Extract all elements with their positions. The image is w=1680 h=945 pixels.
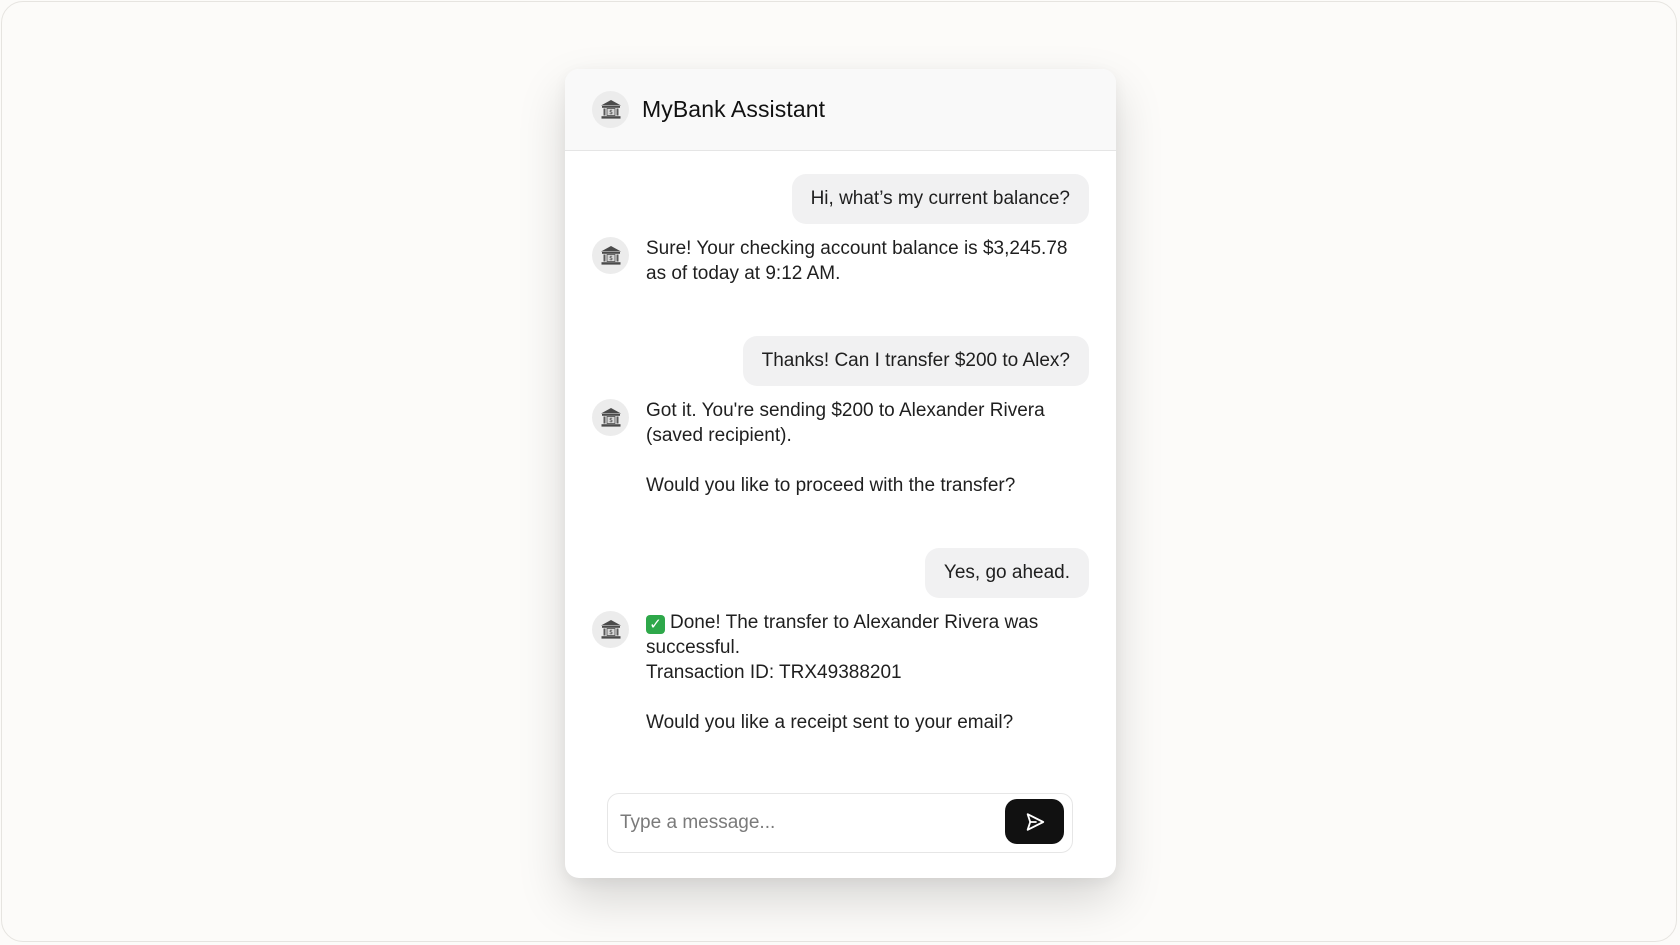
- assistant-avatar: $: [592, 399, 629, 436]
- svg-text:$: $: [609, 109, 613, 116]
- svg-text:$: $: [609, 417, 613, 424]
- svg-text:$: $: [609, 255, 613, 262]
- chat-window: $ MyBank Assistant Hi, what’s my current…: [565, 69, 1116, 878]
- assistant-message: $ Sure! Your checking account balance is…: [592, 236, 1076, 286]
- user-message: Hi, what’s my current balance?: [791, 174, 1089, 224]
- message-paragraph: Sure! Your checking account balance is $…: [646, 238, 1068, 284]
- chat-header: $ MyBank Assistant: [565, 69, 1116, 151]
- message-composer: [607, 793, 1073, 853]
- message-paragraph: Would you like to proceed with the trans…: [646, 475, 1016, 496]
- message-paragraph: ✓ Done! The transfer to Alexander Rivera …: [646, 610, 1076, 660]
- assistant-avatar: $: [592, 611, 629, 648]
- bank-icon: $: [600, 245, 621, 265]
- send-button[interactable]: [1005, 799, 1064, 844]
- svg-text:$: $: [609, 629, 613, 636]
- assistant-avatar: $: [592, 237, 629, 274]
- message-paragraph: Got it. You're sending $200 to Alexander…: [646, 400, 1045, 446]
- message-text: Done! The transfer to Alexander Rivera w…: [646, 612, 1039, 658]
- user-message: Thanks! Can I transfer $200 to Alex?: [742, 336, 1089, 386]
- assistant-message-text: ✓ Done! The transfer to Alexander Rivera …: [646, 610, 1076, 735]
- assistant-avatar: $: [592, 91, 629, 128]
- user-message: Yes, go ahead.: [924, 548, 1089, 598]
- assistant-message-text: Sure! Your checking account balance is $…: [646, 236, 1076, 286]
- transaction-id: Transaction ID: TRX49388201: [646, 662, 902, 683]
- check-mark-icon: ✓: [646, 615, 665, 634]
- bank-icon: $: [600, 99, 621, 119]
- message-paragraph: Would you like a receipt sent to your em…: [646, 712, 1014, 733]
- assistant-message: $ Got it. You're sending $200 to Alexand…: [592, 398, 1076, 498]
- assistant-message: $ ✓ Done! The transfer to Alexander River…: [592, 610, 1076, 735]
- message-input[interactable]: [618, 811, 992, 835]
- send-icon: [1026, 812, 1044, 831]
- bank-icon: $: [600, 407, 621, 427]
- assistant-message-text: Got it. You're sending $200 to Alexander…: [646, 398, 1076, 498]
- chat-title: MyBank Assistant: [642, 96, 826, 122]
- bank-icon: $: [600, 619, 621, 639]
